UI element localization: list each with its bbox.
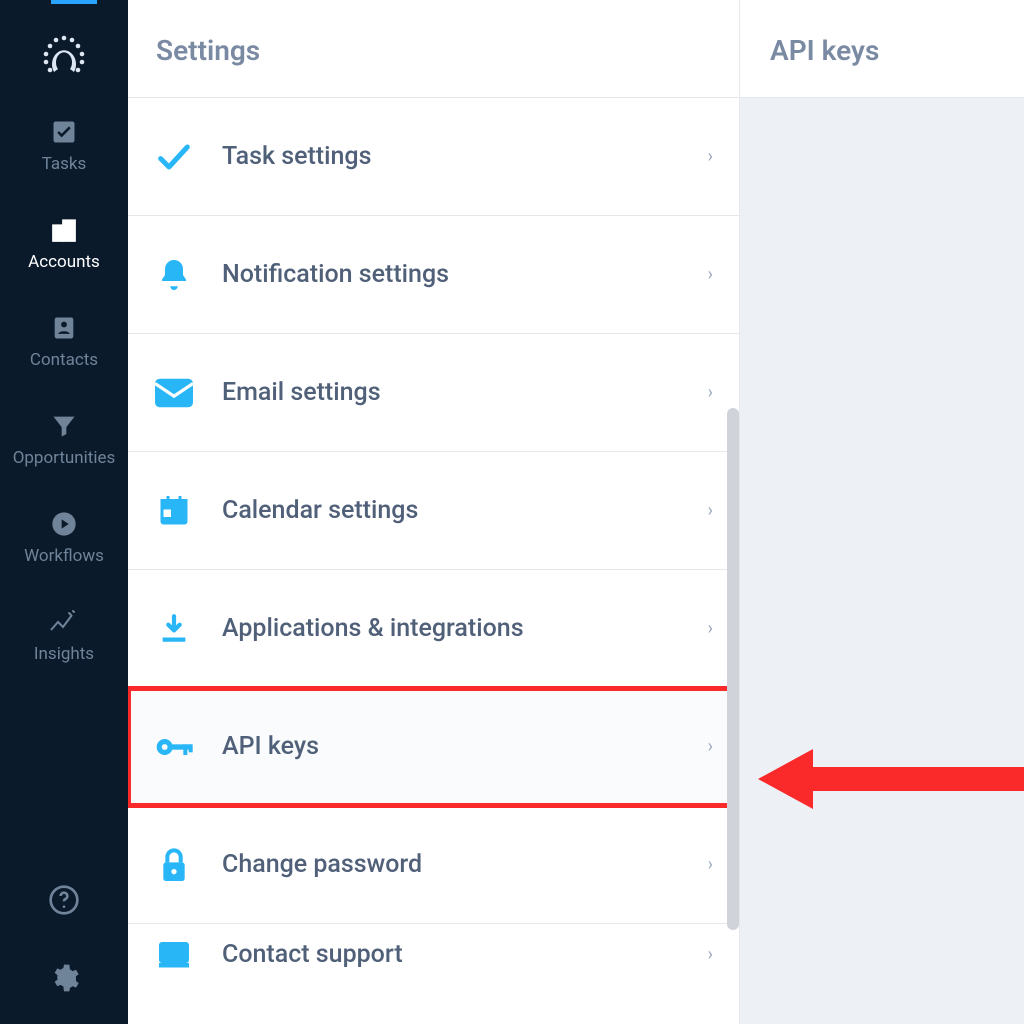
chevron-right-icon: › [708, 500, 713, 521]
support-icon [152, 932, 196, 976]
settings-title: Settings [128, 0, 739, 98]
download-icon [152, 607, 196, 651]
sidebar-item-label: Opportunities [13, 448, 116, 468]
detail-title: API keys [740, 0, 1024, 98]
scrollbar[interactable] [727, 408, 739, 930]
sidebar-accent [51, 0, 97, 4]
settings-row-applications[interactable]: Applications & integrations › [128, 570, 739, 688]
help-circle-icon[interactable] [48, 884, 80, 920]
chevron-right-icon: › [708, 146, 713, 167]
bell-icon [152, 253, 196, 297]
sidebar-item-label: Tasks [42, 154, 87, 174]
calendar-icon [152, 489, 196, 533]
contact-card-icon [48, 312, 80, 344]
settings-row-label: Contact support [222, 940, 708, 969]
settings-row-api-keys[interactable]: API keys › [128, 688, 739, 806]
sidebar-item-workflows[interactable]: Workflows [0, 508, 128, 566]
buildings-icon [48, 214, 80, 246]
sidebar-item-label: Contacts [30, 350, 98, 370]
sidebar-item-insights[interactable]: Insights [0, 606, 128, 664]
sparkle-trend-icon [48, 606, 80, 638]
settings-row-label: Notification settings [222, 260, 708, 289]
chevron-right-icon: › [708, 618, 713, 639]
settings-row-notifications[interactable]: Notification settings › [128, 216, 739, 334]
sidebar: Tasks Accounts Contacts Opportunities [0, 0, 128, 1024]
settings-row-label: Email settings [222, 378, 708, 407]
mail-icon [152, 371, 196, 415]
brand-logo-icon[interactable] [36, 28, 92, 88]
app-root: Tasks Accounts Contacts Opportunities [0, 0, 1024, 1024]
settings-row-label: Task settings [222, 142, 708, 171]
sidebar-bottom [48, 884, 80, 1024]
funnel-icon [48, 410, 80, 442]
settings-panel: Settings Task settings › Notification se… [128, 0, 740, 1024]
play-circle-icon [48, 508, 80, 540]
settings-list: Task settings › Notification settings › … [128, 98, 739, 1024]
chevron-right-icon: › [708, 944, 713, 965]
settings-row-email[interactable]: Email settings › [128, 334, 739, 452]
sidebar-item-accounts[interactable]: Accounts [0, 214, 128, 272]
settings-row-task[interactable]: Task settings › [128, 98, 739, 216]
sidebar-item-tasks[interactable]: Tasks [0, 116, 128, 174]
sidebar-item-label: Insights [34, 644, 94, 664]
detail-panel: API keys [740, 0, 1024, 1024]
settings-row-label: Calendar settings [222, 496, 708, 525]
chevron-right-icon: › [708, 854, 713, 875]
settings-row-label: Change password [222, 850, 708, 879]
sidebar-item-opportunities[interactable]: Opportunities [0, 410, 128, 468]
check-icon [152, 135, 196, 179]
settings-row-label: API keys [222, 732, 708, 761]
check-square-icon [48, 116, 80, 148]
settings-row-change-password[interactable]: Change password › [128, 806, 739, 924]
chevron-right-icon: › [708, 736, 713, 757]
gear-icon[interactable] [48, 962, 80, 998]
chevron-right-icon: › [708, 264, 713, 285]
key-icon [152, 725, 196, 769]
sidebar-item-label: Workflows [24, 546, 104, 566]
sidebar-item-label: Accounts [28, 252, 100, 272]
lock-icon [152, 843, 196, 887]
sidebar-item-contacts[interactable]: Contacts [0, 312, 128, 370]
settings-row-calendar[interactable]: Calendar settings › [128, 452, 739, 570]
settings-row-contact-support[interactable]: Contact support › [128, 924, 739, 984]
settings-row-label: Applications & integrations [222, 614, 708, 643]
chevron-right-icon: › [708, 382, 713, 403]
